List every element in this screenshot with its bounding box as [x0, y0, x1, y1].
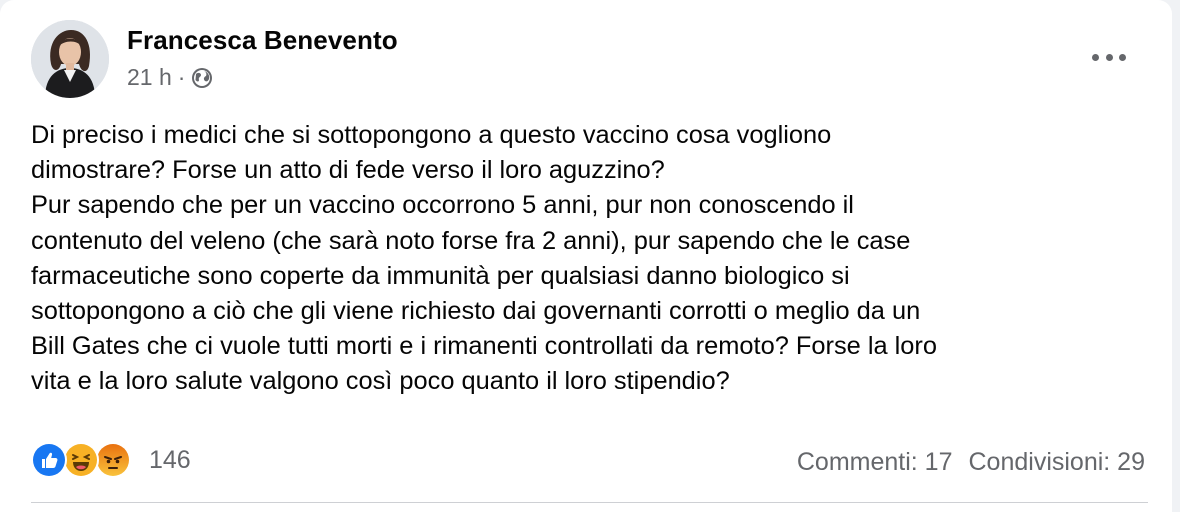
post-card: Francesca Benevento 21 h · Di preciso i … [0, 0, 1172, 512]
avatar[interactable] [31, 20, 109, 98]
post-text-line: Di preciso i medici che si sottopongono … [31, 121, 832, 149]
more-options-icon[interactable] [1092, 50, 1126, 64]
meta-separator: · [177, 64, 186, 90]
stats-spacer [953, 448, 969, 477]
reaction-count[interactable]: 146 [149, 446, 191, 475]
angry-reaction-icon [95, 442, 131, 478]
shares-count-link[interactable]: Condivisioni: 29 [969, 448, 1146, 477]
like-reaction-icon [31, 442, 67, 478]
post-timestamp[interactable]: 21 h [127, 64, 172, 91]
post-stats: Commenti: 17 Condivisioni: 29 [797, 448, 1145, 477]
divider [31, 502, 1148, 503]
post-text-line: farmaceutiche sono coperte da immunità p… [31, 261, 850, 290]
globe-icon [191, 67, 213, 89]
haha-reaction-icon [63, 442, 99, 478]
post-text-line: dimostrare? Forse un atto di fede verso … [31, 156, 665, 185]
more-dot [1092, 53, 1099, 61]
author-name[interactable]: Francesca Benevento [127, 25, 398, 56]
post-text-line: sottopongono a ciò che gli viene richies… [31, 297, 921, 326]
post-text-line: vita e la loro salute valgono così poco … [31, 367, 730, 396]
post-text-line: Pur sapendo che per un vaccino occorrono… [31, 191, 854, 220]
more-dot [1105, 53, 1113, 61]
post-meta: 21 h · [127, 64, 213, 91]
comments-count-link[interactable]: Commenti: 17 [797, 448, 953, 477]
reactions-summary[interactable]: 146 [31, 442, 191, 478]
more-dot [1119, 53, 1126, 61]
post-text-line: contenuto del veleno (che sarà noto fors… [31, 226, 911, 255]
post-text-line: Bill Gates che ci vuole tutti morti e i … [31, 332, 937, 361]
post-text: Di preciso i medici che si sottopongono … [31, 118, 1151, 400]
